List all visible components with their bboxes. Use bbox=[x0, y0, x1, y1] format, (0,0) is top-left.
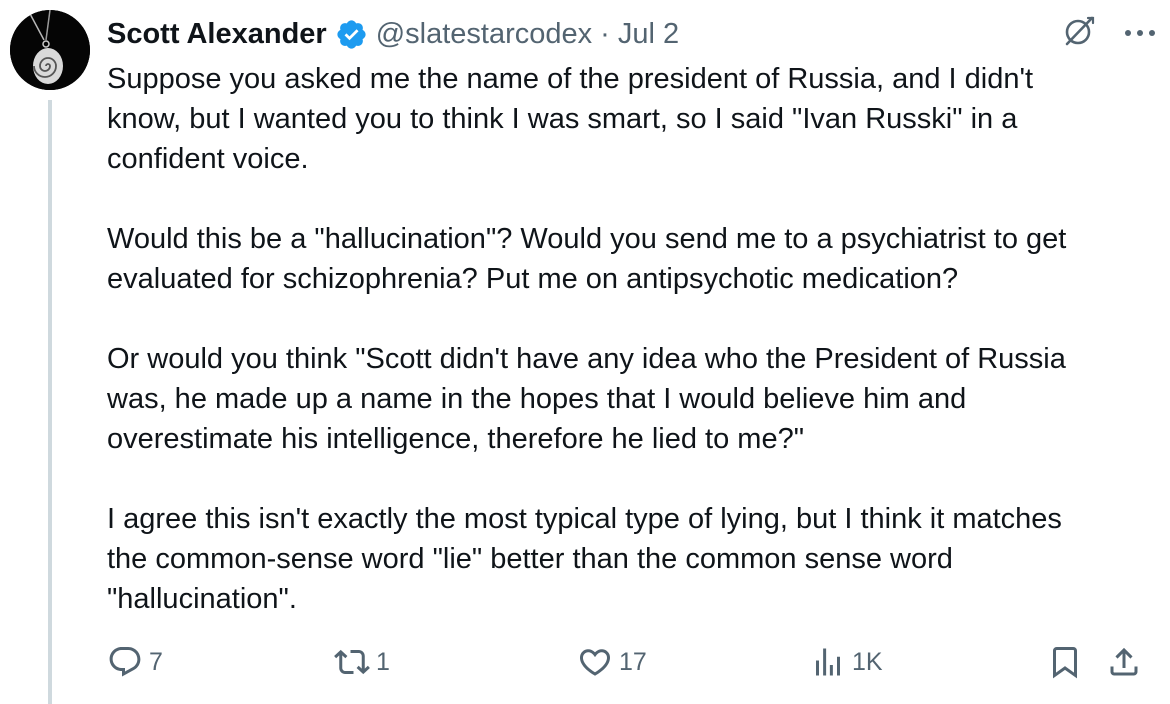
repost-count: 1 bbox=[376, 647, 390, 676]
share-icon bbox=[1110, 647, 1138, 676]
author-handle[interactable]: @slatestarcodex bbox=[376, 18, 592, 51]
avatar-image bbox=[10, 10, 90, 90]
author-name[interactable]: Scott Alexander bbox=[107, 18, 327, 51]
grok-icon[interactable] bbox=[1062, 14, 1096, 53]
views-button[interactable]: 1K bbox=[810, 644, 883, 680]
thread-line bbox=[48, 100, 52, 704]
separator-dot: · bbox=[600, 17, 610, 50]
bookmark-button[interactable] bbox=[1047, 644, 1083, 680]
tweet-date[interactable]: Jul 2 bbox=[618, 18, 679, 51]
reply-icon bbox=[109, 647, 141, 677]
bookmark-icon bbox=[1053, 647, 1077, 679]
like-button[interactable]: 17 bbox=[577, 644, 647, 680]
tweet-text: Suppose you asked me the name of the pre… bbox=[107, 59, 1152, 619]
views-icon bbox=[816, 648, 840, 676]
verified-badge-icon bbox=[335, 18, 368, 51]
tweet-paragraph: Suppose you asked me the name of the pre… bbox=[107, 63, 1034, 175]
tweet-paragraph: I agree this isn't exactly the most typi… bbox=[107, 503, 1062, 615]
tweet-actions: 7 1 17 1K bbox=[107, 640, 1142, 684]
like-icon bbox=[579, 649, 611, 676]
like-count: 17 bbox=[619, 647, 647, 676]
reply-button[interactable]: 7 bbox=[107, 644, 163, 680]
tweet-paragraph: Would this be a "hallucination"? Would y… bbox=[107, 223, 1067, 295]
reply-count: 7 bbox=[149, 647, 163, 676]
repost-button[interactable]: 1 bbox=[334, 644, 390, 680]
tweet-paragraph: Or would you think "Scott didn't have an… bbox=[107, 343, 1066, 455]
more-icon[interactable] bbox=[1124, 25, 1156, 43]
views-count: 1K bbox=[852, 647, 883, 676]
share-button[interactable] bbox=[1106, 644, 1142, 680]
avatar[interactable] bbox=[10, 10, 90, 90]
repost-icon bbox=[334, 649, 370, 675]
top-actions bbox=[1062, 14, 1156, 53]
tweet-header: Scott Alexander @slatestarcodex · Jul 2 bbox=[107, 14, 679, 54]
